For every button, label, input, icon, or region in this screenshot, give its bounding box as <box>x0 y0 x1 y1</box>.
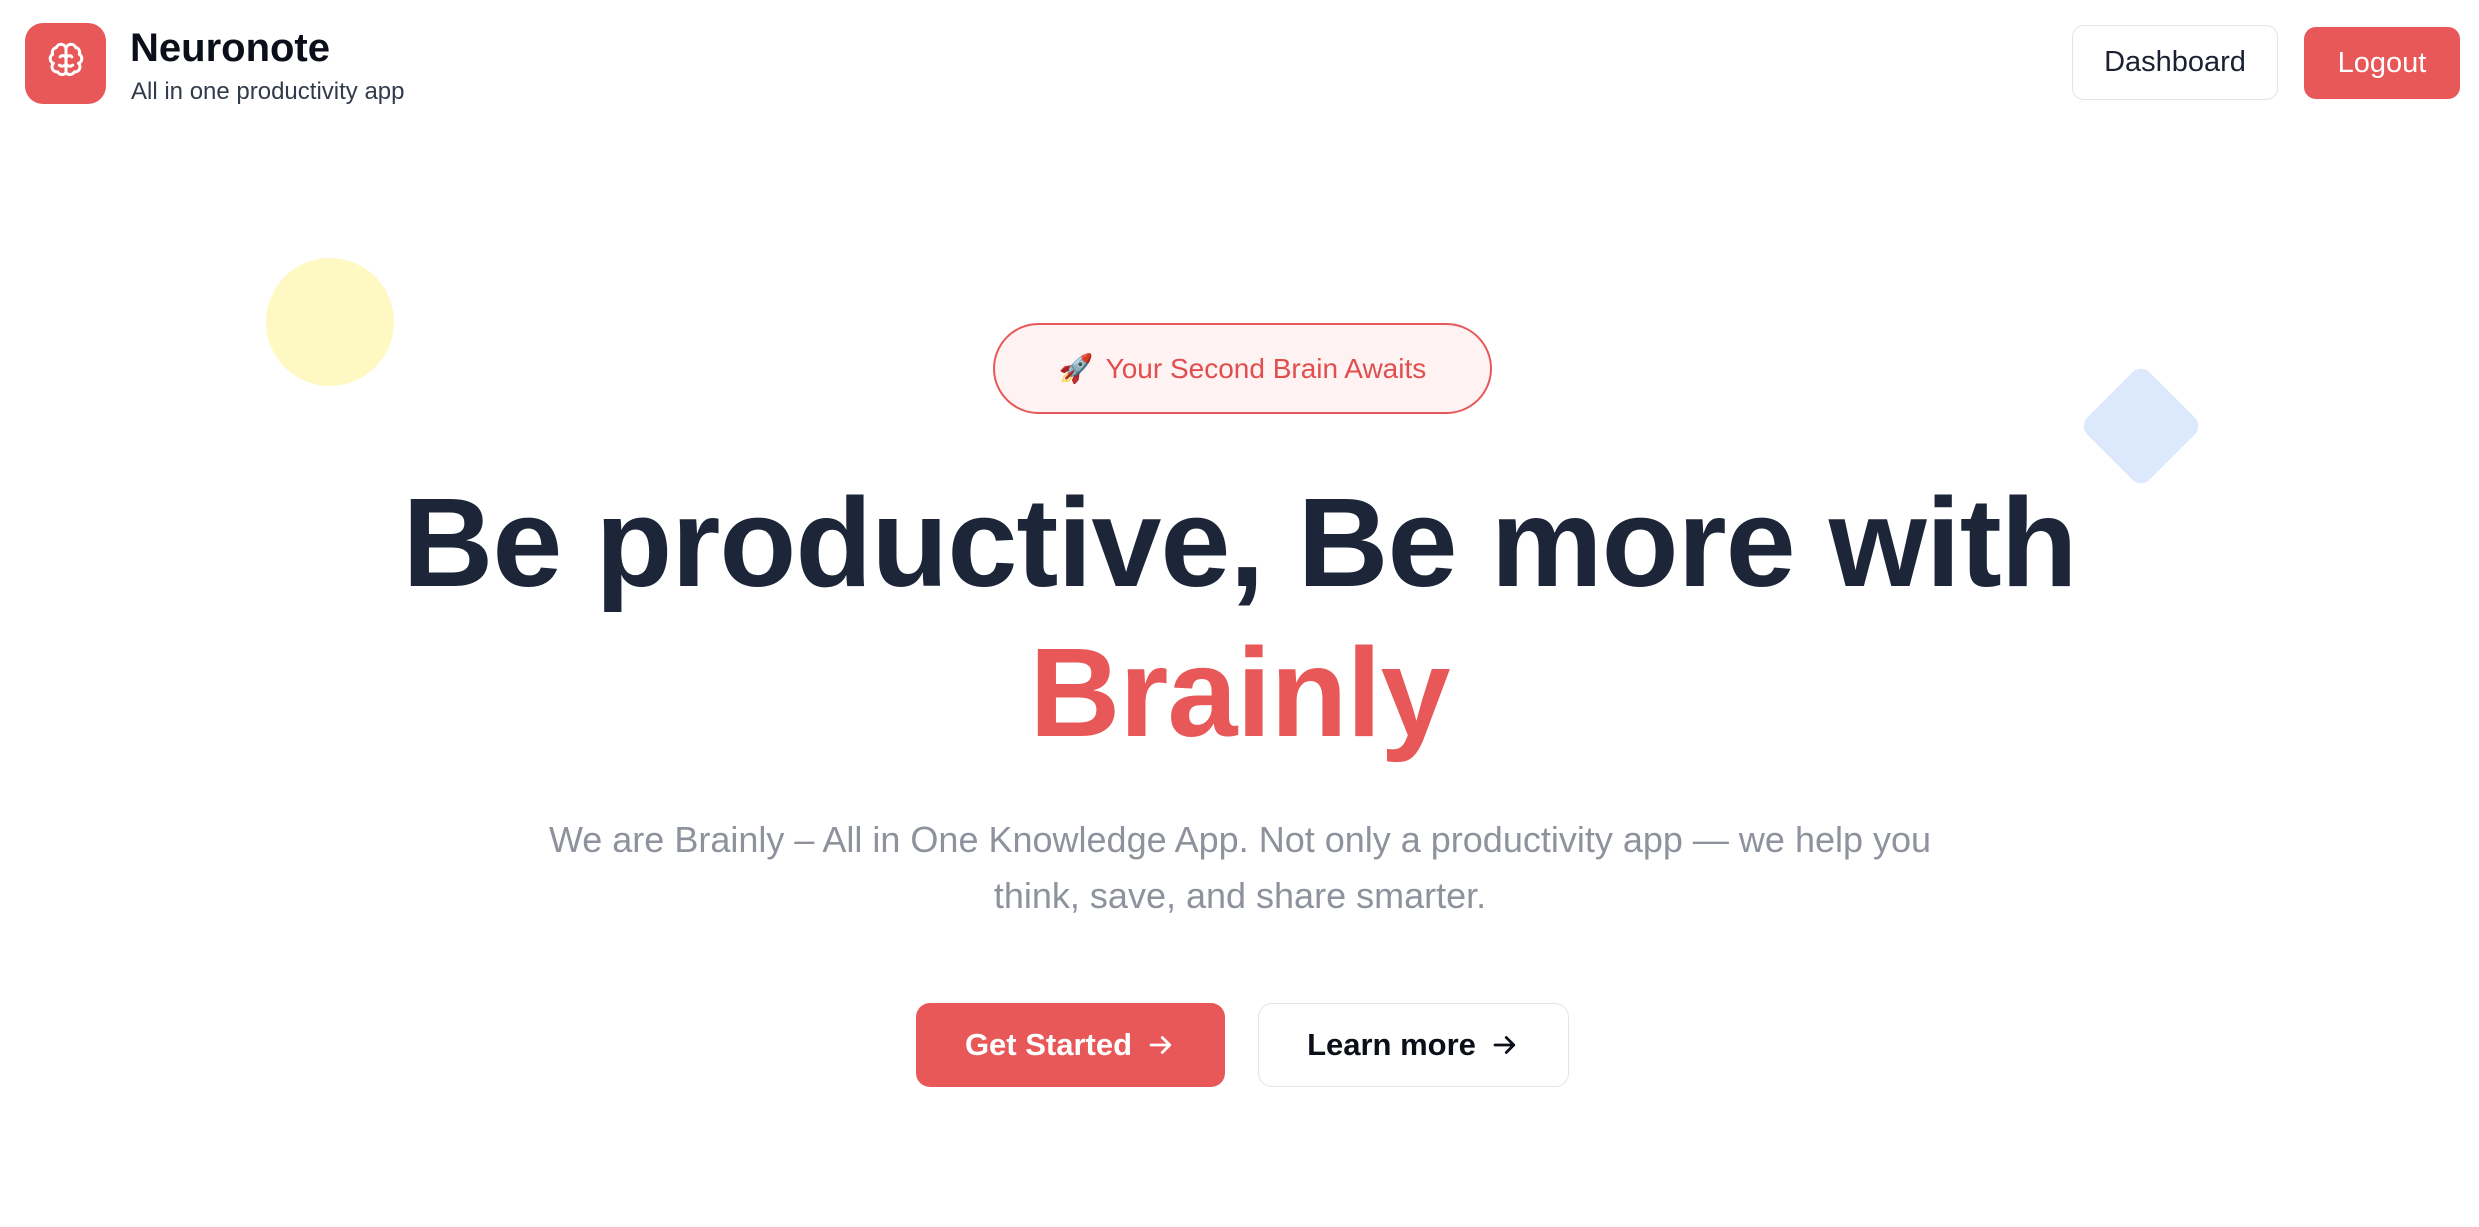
learn-more-label: Learn more <box>1307 1027 1476 1062</box>
learn-more-button[interactable]: Learn more <box>1258 1003 1569 1087</box>
arrow-right-icon <box>1146 1030 1176 1060</box>
get-started-button[interactable]: Get Started <box>916 1003 1225 1087</box>
brand-tagline: All in one productivity app <box>131 78 405 105</box>
decorative-yellow-circle <box>266 258 394 386</box>
top-header: Neuronote All in one productivity app Da… <box>0 0 2479 130</box>
get-started-label: Get Started <box>964 1027 1133 1062</box>
dashboard-button[interactable]: Dashboard <box>2072 25 2278 100</box>
arrow-right-icon <box>1490 1030 1520 1060</box>
landing-page: Neuronote All in one productivity app Da… <box>0 0 2479 1227</box>
hero-subtitle: We are Brainly – All in One Knowledge Ap… <box>548 819 1932 916</box>
hero-headline: Be productive, Be more with <box>402 472 2077 613</box>
brand-name: Neuronote <box>130 26 330 70</box>
brain-icon <box>46 41 86 86</box>
hero-headline-accent: Brainly <box>1029 622 1450 763</box>
app-logo[interactable] <box>25 23 106 104</box>
hero-badge-text: Your Second Brain Awaits <box>1105 352 1427 384</box>
logout-button[interactable]: Logout <box>2304 27 2460 99</box>
rocket-icon: 🚀 <box>1058 353 1094 384</box>
hero-badge: 🚀 Your Second Brain Awaits <box>993 323 1492 414</box>
